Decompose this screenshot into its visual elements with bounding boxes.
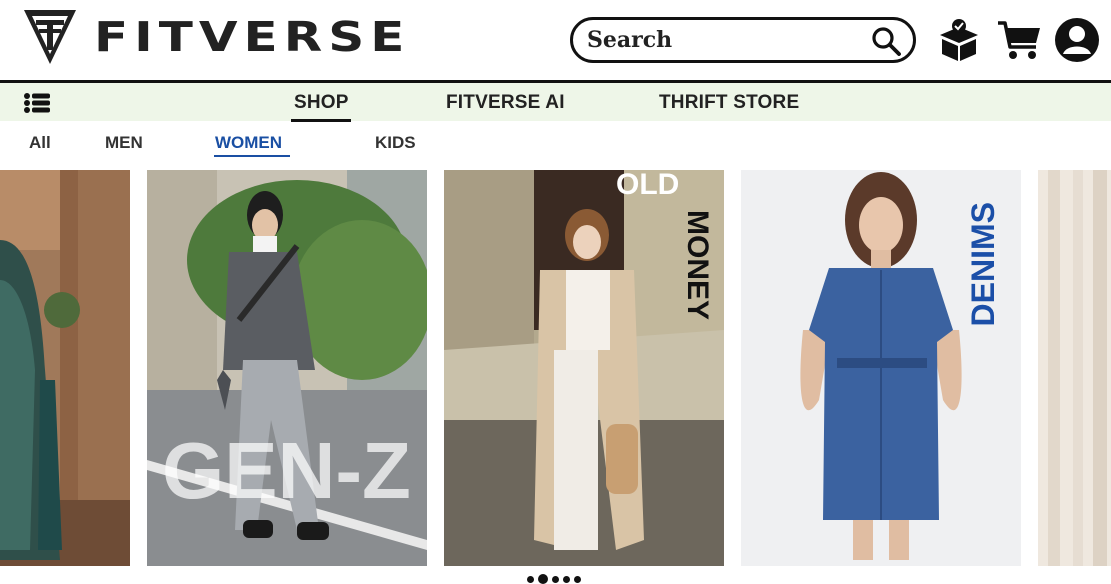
- package-check-icon[interactable]: [936, 17, 982, 63]
- menu-list-icon[interactable]: [24, 93, 50, 113]
- subnav-active-indicator: [214, 155, 290, 157]
- carousel-dot[interactable]: [527, 575, 534, 583]
- main-nav: SHOP FITVERSE AI THRIFT STORE: [0, 83, 1111, 122]
- nav-item-thrift-store[interactable]: THRIFT STORE: [659, 92, 799, 114]
- nav-active-indicator: [291, 119, 351, 122]
- carousel-dot[interactable]: [563, 575, 570, 583]
- carousel-card-next[interactable]: [1038, 170, 1111, 566]
- subnav-item-all[interactable]: All: [29, 133, 51, 153]
- carousel-card-denims[interactable]: DENIMS: [741, 170, 1021, 566]
- header: FITVERSE: [0, 0, 1111, 80]
- carousel-dot[interactable]: [552, 575, 559, 583]
- carousel-dot-active[interactable]: [538, 574, 548, 584]
- carousel-card-gen-z[interactable]: GEN-Z: [147, 170, 427, 566]
- brand-mark-icon: [24, 10, 76, 64]
- card-overlay-text: GEN-Z: [162, 426, 411, 515]
- subnav-item-men[interactable]: MEN: [105, 133, 143, 153]
- search-bar[interactable]: [570, 17, 916, 63]
- card-image: [1038, 170, 1111, 566]
- subnav-item-women[interactable]: WOMEN: [215, 133, 282, 153]
- card-overlay-text: DENIMS: [965, 202, 1001, 326]
- brand-logo[interactable]: FITVERSE: [22, 8, 410, 66]
- carousel-pagination: [527, 574, 581, 584]
- cart-icon[interactable]: [996, 17, 1042, 63]
- card-image: [0, 170, 130, 566]
- card-image: GEN-Z: [147, 170, 427, 566]
- carousel-dot[interactable]: [574, 575, 581, 583]
- carousel-card-ethnic[interactable]: [0, 170, 130, 566]
- account-icon[interactable]: [1054, 17, 1100, 63]
- carousel-card-old-money[interactable]: OLD MONEY: [444, 170, 724, 566]
- nav-item-fitverse-ai[interactable]: FITVERSE AI: [446, 92, 565, 114]
- search-icon[interactable]: [871, 26, 901, 56]
- subnav-item-kids[interactable]: KIDS: [375, 133, 416, 153]
- card-overlay-text-side: MONEY: [681, 210, 714, 320]
- card-overlay-text-top: OLD: [616, 170, 679, 201]
- brand-name: FITVERSE: [94, 13, 411, 61]
- card-image: OLD MONEY: [444, 170, 724, 566]
- nav-item-shop[interactable]: SHOP: [294, 92, 349, 114]
- search-input[interactable]: [585, 26, 859, 54]
- card-image: DENIMS: [741, 170, 1021, 566]
